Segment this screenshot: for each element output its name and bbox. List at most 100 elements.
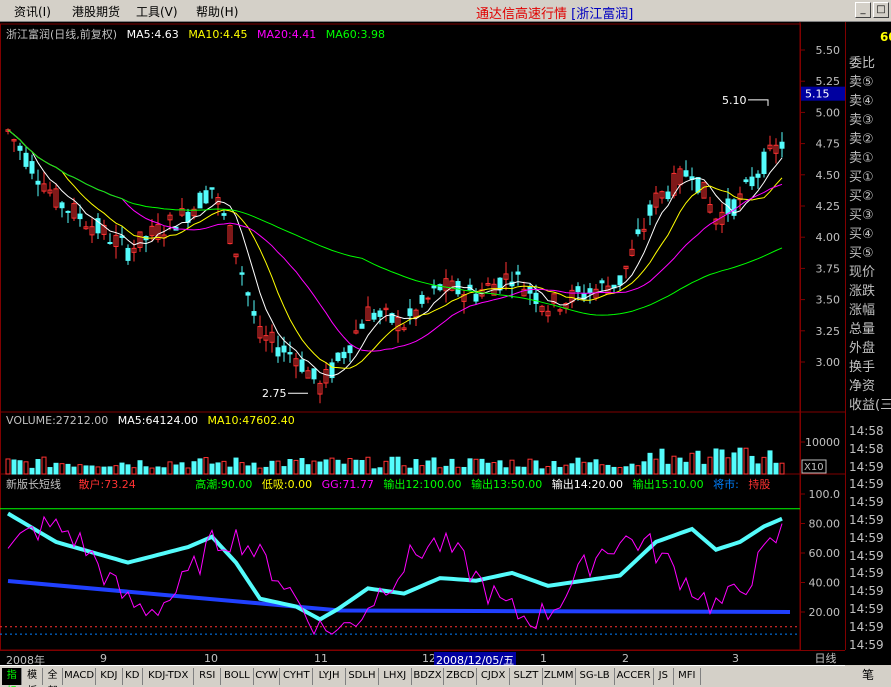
- candle-body: [377, 310, 383, 317]
- period-label[interactable]: 日线: [806, 650, 845, 665]
- candle-body: [359, 323, 365, 329]
- volume-bar: [233, 457, 239, 475]
- volume-bar: [467, 458, 473, 475]
- tab-slzt[interactable]: SLZT: [510, 668, 543, 685]
- quote-label: 买①: [849, 170, 874, 185]
- candle-body: [761, 151, 767, 175]
- output13-value: 输出13:50.00: [471, 478, 543, 491]
- candle-body: [683, 170, 689, 177]
- candle-body: [335, 352, 341, 361]
- tab-js[interactable]: JS: [654, 668, 674, 685]
- volume-bar: [389, 456, 395, 475]
- volume-bar: [83, 465, 89, 475]
- trade-time: 14:59: [849, 566, 884, 581]
- volume-bar: [89, 465, 95, 475]
- volume-bar: [419, 465, 425, 475]
- tab-boll[interactable]: BOLL: [221, 668, 254, 685]
- tab-rsi[interactable]: RSI: [194, 668, 221, 685]
- tab-macd[interactable]: MACD: [63, 668, 96, 685]
- jiangshi-label: 将市:: [713, 478, 739, 491]
- volume-bar: [5, 458, 11, 475]
- current-price-tag: 5.15: [805, 88, 830, 101]
- tab-kdj[interactable]: KDJ: [96, 668, 123, 685]
- ma60-value: MA60:3.98: [325, 28, 385, 41]
- volume-bar: [407, 467, 413, 475]
- menu-item-info[interactable]: 资讯(I): [14, 3, 51, 20]
- tab-mfi[interactable]: MFI: [674, 668, 701, 685]
- volume-bar: [179, 462, 185, 475]
- candle-body: [473, 293, 479, 302]
- candle-body: [281, 345, 287, 353]
- tab-zlmm[interactable]: ZLMM: [543, 668, 576, 685]
- tab-lhxj[interactable]: LHXJ: [379, 668, 412, 685]
- maximize-button[interactable]: □: [873, 2, 889, 18]
- tab-cjdx[interactable]: CJDX: [477, 668, 510, 685]
- tab-sg-lb[interactable]: SG-LB: [576, 668, 615, 685]
- date-label: 2: [622, 652, 629, 665]
- tab-bdzx[interactable]: BDZX: [412, 668, 445, 685]
- volume-bar: [47, 467, 53, 475]
- tab-cyht[interactable]: CYHT: [280, 668, 314, 685]
- volume-bar: [449, 458, 455, 475]
- tab-kdj-tdx[interactable]: KDJ-TDX: [143, 668, 195, 685]
- candle-body: [755, 173, 761, 178]
- tab-sdlh[interactable]: SDLH: [346, 668, 379, 685]
- chart-frame: [0, 23, 801, 650]
- volume-bar: [347, 457, 353, 475]
- candle-body: [695, 177, 701, 193]
- volume-bar: [167, 461, 173, 475]
- trade-time: 14:59: [849, 602, 884, 616]
- ma20-value: MA20:4.41: [257, 28, 317, 41]
- volume-bar: [215, 462, 221, 475]
- long-line: [7, 579, 791, 614]
- candle-body: [59, 202, 65, 209]
- volume-bar: [59, 463, 65, 475]
- candle-body: [533, 292, 539, 304]
- price-tick-label: 5.50: [816, 44, 841, 57]
- volume-ma5-value: MA5:64124.00: [117, 414, 198, 427]
- tab-模板[interactable]: 模板: [22, 668, 43, 687]
- volume-bar: [533, 460, 539, 475]
- price-tick-label: 3.75: [816, 262, 841, 275]
- output12-value: 输出12:100.00: [383, 478, 462, 491]
- volume-bar: [119, 462, 125, 475]
- candle-body: [77, 213, 83, 220]
- tab-指标[interactable]: 指标: [2, 668, 23, 687]
- chart-canvas[interactable]: 5.50 5.25 5.00 4.75 4.50 4.25 4.00 3.75 3.50 3.25…: [0, 22, 845, 650]
- candle-body: [239, 272, 245, 275]
- menu-item-help[interactable]: 帮助(H): [196, 3, 238, 20]
- tab-lyjh[interactable]: LYJH: [313, 668, 346, 685]
- volume-bar: [413, 459, 419, 475]
- volume-bar: [95, 466, 101, 475]
- tab-accer[interactable]: ACCER: [615, 668, 654, 685]
- candle-body: [743, 179, 749, 183]
- candle-body: [17, 145, 23, 151]
- volume-bar: [125, 464, 131, 475]
- volume-bar: [551, 461, 557, 475]
- trade-time: 14:59: [849, 530, 884, 545]
- menu-item-hk-futures[interactable]: 港股期货: [72, 3, 120, 20]
- menu-item-tools[interactable]: 工具(V): [136, 3, 178, 20]
- candle-body: [299, 359, 305, 372]
- volume-bar: [371, 468, 377, 475]
- sanhu-value: 散户:73.24: [78, 478, 136, 491]
- quote-label: 外盘: [849, 341, 876, 356]
- tab-kd[interactable]: KD: [123, 668, 143, 685]
- candle-body: [425, 297, 431, 300]
- volume-bar: [611, 466, 617, 475]
- candle-body: [29, 161, 35, 174]
- price-tick-label: 4.25: [816, 200, 841, 213]
- minimize-button[interactable]: _: [855, 2, 871, 18]
- volume-bar: [77, 464, 83, 475]
- chart-area[interactable]: 5.50 5.25 5.00 4.75 4.50 4.25 4.00 3.75 3.50 3.25…: [0, 22, 845, 650]
- tab-cyw[interactable]: CYW: [254, 668, 281, 685]
- candle-body: [575, 286, 581, 293]
- bottom-right-button[interactable]: 笔: [845, 665, 891, 687]
- tab-全部[interactable]: 全部: [43, 668, 64, 687]
- tab-zbcd[interactable]: ZBCD: [444, 668, 478, 685]
- quote-label: 卖①: [849, 151, 874, 166]
- volume-bar: [587, 462, 593, 475]
- volume-bar: [161, 467, 167, 475]
- volume-bar: [401, 465, 407, 475]
- date-label: 1: [540, 652, 547, 665]
